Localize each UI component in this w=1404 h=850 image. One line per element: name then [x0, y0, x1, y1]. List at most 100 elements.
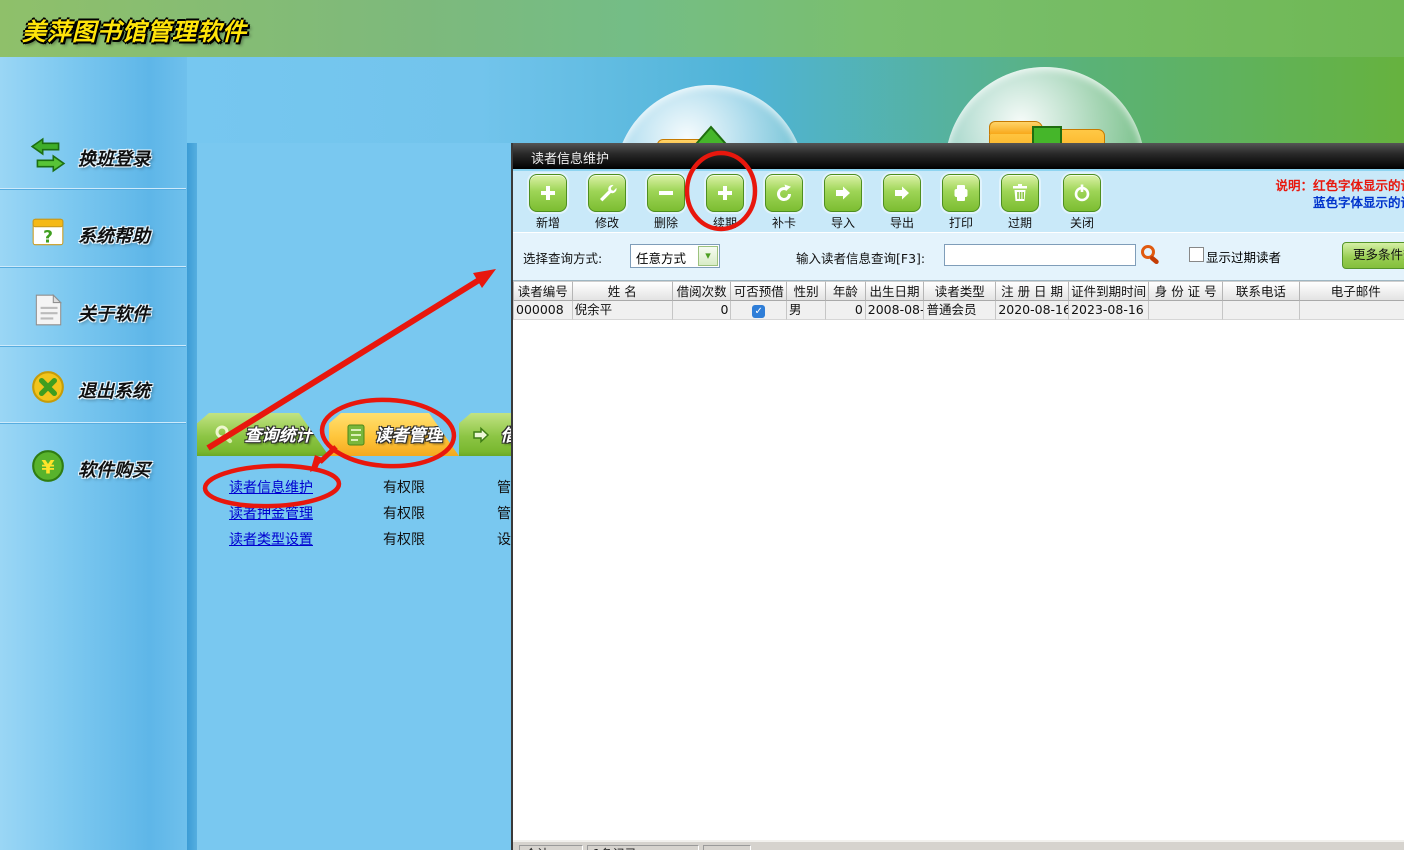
permission-label: 有权限: [383, 529, 425, 549]
query-row: 选择查询方式: 任意方式 ▾ 输入读者信息查询[F3]: 显示过期读者 更多条件…: [513, 233, 1404, 281]
sidebar-item-purchase[interactable]: ¥ 软件购买: [0, 434, 187, 500]
desktop-banner: [187, 57, 1404, 143]
sidebar-separator: [0, 266, 186, 268]
undo-icon: [765, 174, 803, 212]
cell-card-expiry: 2023-08-16: [1069, 301, 1149, 320]
svg-text:¥: ¥: [41, 456, 55, 478]
status-page-select[interactable]: ▾: [703, 845, 751, 850]
query-method-label: 选择查询方式:: [523, 248, 602, 267]
sidebar-separator: [0, 345, 186, 347]
sidebar-item-label: 退出系统: [78, 377, 150, 403]
toolbar-note: 说明：红色字体显示的读 蓝色字体显示的读: [1275, 177, 1404, 211]
magnifier-icon: [214, 424, 236, 446]
exit-x-icon: [30, 369, 66, 405]
svg-text:?: ?: [43, 227, 53, 247]
menu-row: 读者类型设置 有权限 设: [229, 529, 529, 553]
dialog-reader-info-maintenance: 读者信息维护 新增 修改 删除 续期 补卡 导入 导出: [511, 143, 1404, 850]
cell-borrow-count: 0: [673, 301, 732, 320]
app-title: 美萍图书馆管理软件: [22, 12, 247, 47]
table-row[interactable]: 000008 倪余平 0 ✓ 男 0 2008-08-1 普通会员 2020-0…: [513, 301, 1404, 320]
minus-icon: [647, 174, 685, 212]
col-preborrow[interactable]: 可否预借: [731, 281, 787, 301]
document-icon: [30, 292, 66, 328]
arrow-right-icon: [470, 425, 492, 445]
sidebar-divider: [187, 57, 197, 850]
printer-icon: [942, 174, 980, 212]
selected-method: 任意方式: [636, 248, 686, 267]
cell-reader-id: 000008: [513, 301, 573, 320]
expired-button[interactable]: 过期: [997, 174, 1043, 231]
col-name[interactable]: 姓 名: [573, 281, 673, 301]
folder-download-icon[interactable]: [945, 67, 1145, 143]
plus-icon: [706, 174, 744, 212]
dialog-toolbar: 新增 修改 删除 续期 补卡 导入 导出 打印: [513, 171, 1404, 233]
table-header-row: 读者编号 姓 名 借阅次数 可否预借 性别 年龄 出生日期 读者类型 注 册 日…: [513, 281, 1404, 301]
sidebar-item-label: 换班登录: [78, 145, 150, 171]
menu-row: 读者信息维护 有权限 管: [229, 477, 529, 501]
preborrow-checkbox[interactable]: ✓: [752, 305, 765, 318]
cell-name: 倪余平: [573, 301, 673, 320]
show-expired-label: 显示过期读者: [1206, 247, 1281, 266]
sidebar-item-system-help[interactable]: ? 系统帮助: [0, 200, 187, 266]
note-red-line: 说明：红色字体显示的读: [1275, 177, 1404, 194]
col-age[interactable]: 年龄: [826, 281, 866, 301]
cell-gender: 男: [787, 301, 826, 320]
tab-label: 读者管理: [375, 421, 443, 449]
swap-arrows-icon: [30, 137, 66, 173]
plus-icon: [529, 174, 567, 212]
arrow-right-icon: [883, 174, 921, 212]
export-button[interactable]: 导出: [879, 174, 925, 231]
permission-extra: 管: [497, 477, 511, 497]
query-method-select[interactable]: 任意方式 ▾: [630, 244, 720, 268]
col-birthdate[interactable]: 出生日期: [866, 281, 925, 301]
cell-reader-type: 普通会员: [924, 301, 996, 320]
col-phone[interactable]: 联系电话: [1223, 281, 1300, 301]
reader-doc-icon: [346, 424, 366, 446]
add-button[interactable]: 新增: [525, 174, 571, 231]
cell-birthdate: 2008-08-1: [866, 301, 925, 320]
link-reader-type-settings[interactable]: 读者类型设置: [229, 532, 313, 548]
import-button[interactable]: 导入: [820, 174, 866, 231]
permission-label: 有权限: [383, 477, 425, 497]
arrow-right-icon: [824, 174, 862, 212]
modify-button[interactable]: 修改: [584, 174, 630, 231]
renew-button[interactable]: 续期: [702, 174, 748, 231]
col-card-expiry[interactable]: 证件到期时间: [1069, 281, 1149, 301]
readers-table: 读者编号 姓 名 借阅次数 可否预借 性别 年龄 出生日期 读者类型 注 册 日…: [513, 281, 1404, 320]
show-expired-checkbox[interactable]: [1189, 247, 1204, 262]
query-input-label: 输入读者信息查询[F3]:: [796, 248, 925, 267]
cell-age: 0: [826, 301, 866, 320]
more-conditions-button[interactable]: 更多条件查询: [1342, 242, 1404, 269]
dialog-title-bar[interactable]: 读者信息维护: [513, 143, 1404, 171]
col-gender[interactable]: 性别: [787, 281, 826, 301]
permission-extra: 设: [497, 529, 511, 549]
print-button[interactable]: 打印: [938, 174, 984, 231]
link-reader-info-maintenance[interactable]: 读者信息维护: [229, 480, 313, 496]
sidebar-separator: [0, 422, 186, 424]
col-register-date[interactable]: 注 册 日 期: [996, 281, 1069, 301]
help-window-icon: ?: [30, 214, 66, 250]
col-email[interactable]: 电子邮件: [1300, 281, 1404, 301]
folder-upload-icon[interactable]: [615, 85, 805, 143]
permission-extra: 管: [497, 503, 511, 523]
note-blue-line: 蓝色字体显示的读: [1275, 194, 1404, 211]
col-id-number[interactable]: 身 份 证 号: [1149, 281, 1223, 301]
sidebar: 换班登录 ? 系统帮助 关于软件 退出系统 ¥ 软件购买: [0, 57, 187, 850]
link-reader-deposit-management[interactable]: 读者押金管理: [229, 506, 313, 522]
wrench-icon: [588, 174, 626, 212]
sidebar-item-about[interactable]: 关于软件: [0, 278, 187, 344]
delete-button[interactable]: 删除: [643, 174, 689, 231]
search-magnifier-icon[interactable]: [1139, 243, 1163, 267]
trash-icon: [1001, 174, 1039, 212]
col-reader-id[interactable]: 读者编号: [513, 281, 573, 301]
sidebar-item-shift-login[interactable]: 换班登录: [0, 123, 187, 189]
col-borrow-count[interactable]: 借阅次数: [673, 281, 732, 301]
replace-card-button[interactable]: 补卡: [761, 174, 807, 231]
close-button[interactable]: 关闭: [1059, 174, 1105, 231]
dialog-status-bar: 合计 1条记录 ▾: [513, 840, 1404, 850]
tab-label: 查询统计: [245, 421, 313, 449]
cell-register-date: 2020-08-16: [996, 301, 1069, 320]
sidebar-item-exit[interactable]: 退出系统: [0, 355, 187, 421]
reader-search-input[interactable]: [944, 244, 1136, 266]
col-reader-type[interactable]: 读者类型: [924, 281, 996, 301]
